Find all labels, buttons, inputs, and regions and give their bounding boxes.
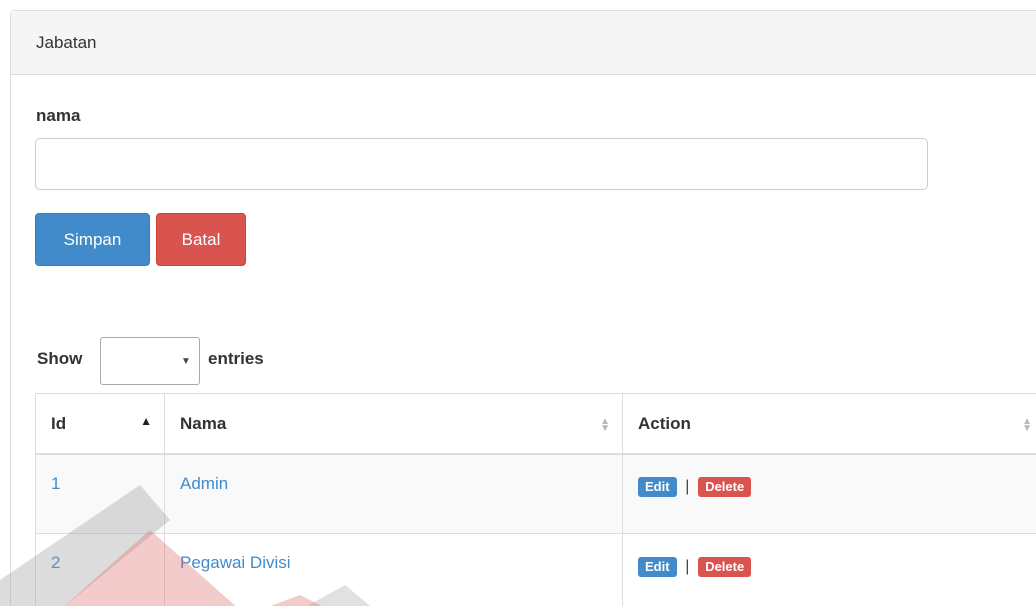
column-header-action[interactable]: Action ▲ ▼ [622, 393, 1036, 455]
jabatan-table: Id ▲ Nama ▲ ▼ Action ▲ ▼ 1 Admin Edit | De… [35, 393, 1036, 606]
nama-input[interactable] [35, 138, 928, 190]
action-separator: | [685, 478, 690, 496]
batal-button[interactable]: Batal [156, 213, 246, 266]
delete-button[interactable]: Delete [698, 477, 752, 498]
table-row: 2 Pegawai Divisi Edit | Delete [35, 533, 1036, 606]
column-header-action-label: Action [638, 414, 691, 433]
column-header-id[interactable]: Id ▲ [35, 393, 165, 455]
action-separator: | [685, 557, 690, 575]
sort-both-icon: ▲ ▼ [600, 416, 610, 434]
sort-both-icon: ▲ ▼ [1022, 416, 1032, 434]
edit-button[interactable]: Edit [638, 477, 677, 498]
cell-id: 2 [35, 533, 165, 606]
cell-action: Edit | Delete [622, 453, 1036, 534]
cell-action: Edit | Delete [622, 533, 1036, 606]
sort-ascending-icon: ▲ [140, 414, 152, 428]
column-header-id-label: Id [51, 414, 67, 433]
table-header-row: Id ▲ Nama ▲ ▼ Action ▲ ▼ [35, 393, 1036, 455]
id-link[interactable]: 2 [51, 553, 60, 572]
entries-label: entries [208, 349, 264, 368]
cell-id: 1 [35, 453, 165, 534]
table-row: 1 Admin Edit | Delete [35, 453, 1036, 534]
edit-button[interactable]: Edit [638, 556, 677, 577]
nama-link[interactable]: Admin [180, 474, 228, 493]
panel-title: Jabatan [11, 11, 1036, 75]
chevron-down-icon: ▼ [181, 356, 191, 367]
id-link[interactable]: 1 [51, 474, 60, 493]
column-header-nama-label: Nama [180, 414, 227, 433]
nama-link[interactable]: Pegawai Divisi [180, 553, 291, 572]
column-header-nama[interactable]: Nama ▲ ▼ [164, 393, 623, 455]
cell-nama: Admin [164, 453, 623, 534]
entries-select[interactable]: ▼ [100, 337, 200, 385]
delete-button[interactable]: Delete [698, 556, 752, 577]
cell-nama: Pegawai Divisi [164, 533, 623, 606]
nama-label: nama [36, 106, 81, 125]
show-label: Show [37, 349, 83, 368]
simpan-button[interactable]: Simpan [35, 213, 150, 266]
